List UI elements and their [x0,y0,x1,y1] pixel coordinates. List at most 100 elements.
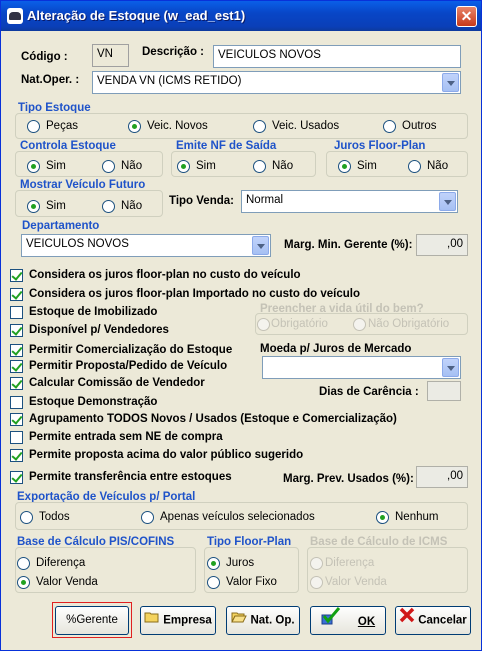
checkbox-imobilizado[interactable] [10,306,23,319]
radio-veic-usados[interactable] [253,120,266,133]
radio-pecas[interactable] [27,120,40,133]
radio-mostrar-sim-label: Sim [46,200,66,212]
close-button[interactable]: ✕ [456,6,477,27]
checkbox-agrupamento-label: Agrupamento TODOS Novos / Usados (Estoqu… [29,413,397,425]
radio-exp-todos[interactable] [20,511,33,524]
radio-nao-obrigatorio[interactable] [353,318,366,331]
checkbox-comercializacao[interactable] [10,344,23,357]
codigo-label: Código : [21,51,68,63]
radio-floor-valor-fixo[interactable] [207,576,220,589]
radio-pis-valor-venda-label: Valor Venda [36,576,98,588]
natoper-select[interactable]: VENDA VN (ICMS RETIDO) [92,71,461,94]
checkbox-disponivel-vendedores[interactable] [10,324,23,337]
checkbox-transferencia[interactable] [10,471,23,484]
radio-floor-juros[interactable] [207,557,220,570]
radio-outros-label: Outros [402,120,437,132]
checkbox-disponivel-vendedores-label: Disponível p/ Vendedores [29,324,169,336]
radio-controla-nao[interactable] [102,160,115,173]
checkbox-juros-floor[interactable] [10,269,23,282]
natoper-label: Nat.Oper. : [21,74,80,86]
codigo-value: VN [97,48,113,60]
radio-exp-selecionados-label: Apenas veículos selecionados [160,511,315,523]
radio-obrigatorio-label: Obrigatório [271,318,328,330]
departamento-select[interactable]: VEICULOS NOVOS [21,234,271,257]
tipo-venda-value: Normal [246,194,284,206]
radio-veic-novos[interactable] [128,120,141,133]
checkbox-agrupamento[interactable] [10,413,23,426]
checkbox-entrada-sem-ne-label: Permite entrada sem NE de compra [29,431,223,443]
radio-outros[interactable] [383,120,396,133]
descricao-input[interactable]: VEICULOS NOVOS [213,45,461,68]
descricao-value: VEICULOS NOVOS [218,49,321,61]
radio-emite-nao[interactable] [253,160,266,173]
natop-button[interactable]: Nat. Op. [226,606,300,635]
departamento-title: Departamento [22,220,100,232]
radio-controla-sim[interactable] [27,160,40,173]
radio-juros-sim[interactable] [338,160,351,173]
title-bar[interactable]: Alteração de Estoque (w_ead_est1) ✕ [1,1,481,31]
chevron-down-icon[interactable] [252,236,269,255]
checkbox-proposta-pedido-label: Permitir Proposta/Pedido de Veículo [29,360,228,372]
radio-veic-novos-label: Veic. Novos [147,120,208,132]
radio-exp-nenhum[interactable] [376,511,389,524]
moeda-label: Moeda p/ Juros de Mercado [260,343,412,355]
radio-mostrar-sim[interactable] [27,200,40,213]
checkbox-juros-floor-label: Considera os juros floor-plan no custo d… [29,269,301,281]
cancel-x-icon [399,607,415,634]
radio-floor-juros-label: Juros [226,557,255,569]
folder-open-icon [231,607,248,634]
chevron-down-icon[interactable] [442,73,459,92]
marg-prev-input[interactable]: ,00 [416,466,468,488]
checkbox-comissao-label: Calcular Comissão de Vendedor [29,377,205,389]
radio-floor-valor-fixo-label: Valor Fixo [226,576,277,588]
marg-min-input[interactable]: ,00 [416,234,468,256]
checkbox-comissao[interactable] [10,377,23,390]
gerente-button[interactable]: %Gerente [55,606,129,635]
close-icon: ✕ [460,8,473,24]
app-icon [7,8,23,24]
ok-button-label: OK [357,615,376,628]
chevron-down-icon[interactable] [442,358,459,377]
radio-exp-selecionados[interactable] [141,511,154,524]
gerente-button-label: %Gerente [66,614,118,626]
cancelar-button-label: Cancelar [418,614,467,627]
radio-mostrar-nao[interactable] [102,200,115,213]
checkbox-transferencia-label: Permite transferência entre estoques [29,471,232,483]
window-title: Alteração de Estoque (w_ead_est1) [27,8,246,23]
ok-button[interactable]: OK [310,606,386,635]
tipo-venda-select[interactable]: Normal [241,190,458,213]
checkbox-proposta-acima-label: Permite proposta acima do valor público … [29,449,304,461]
checkbox-comercializacao-label: Permitir Comercialização do Estoque [29,344,233,356]
radio-icms-valor-venda[interactable] [310,576,323,589]
radio-icms-diferenca[interactable] [310,557,323,570]
chevron-down-icon[interactable] [439,192,456,211]
radio-pis-valor-venda[interactable] [17,576,30,589]
checkbox-entrada-sem-ne[interactable] [10,431,23,444]
radio-pis-diferenca-label: Diferença [36,557,86,569]
radio-pis-diferenca[interactable] [17,557,30,570]
descricao-label: Descrição : [142,46,205,58]
radio-obrigatorio[interactable] [257,318,270,331]
radio-controla-nao-label: Não [121,160,143,172]
radio-juros-nao[interactable] [408,160,421,173]
marg-min-value: ,00 [447,238,463,250]
radio-veic-usados-label: Veic. Usados [272,120,340,132]
marg-min-label: Marg. Min. Gerente (%): [284,239,413,251]
departamento-value: VEICULOS NOVOS [26,238,129,250]
marg-prev-label: Marg. Prev. Usados (%): [283,473,414,485]
cancelar-button[interactable]: Cancelar [395,606,471,635]
radio-emite-sim[interactable] [177,160,190,173]
carencia-input[interactable] [427,381,461,401]
checkbox-proposta-acima[interactable] [10,449,23,462]
natop-button-label: Nat. Op. [250,614,295,627]
checkbox-juros-floor-importado[interactable] [10,288,23,301]
checkbox-juros-floor-importado-label: Considera os juros floor-plan Importado … [29,288,360,300]
checkbox-demonstracao[interactable] [10,396,23,409]
moeda-select[interactable] [262,356,461,379]
radio-exp-todos-label: Todos [39,511,70,523]
marg-prev-value: ,00 [447,470,463,482]
radio-emite-sim-label: Sim [196,160,216,172]
empresa-button[interactable]: Empresa [140,606,216,635]
checkmark-icon [321,607,341,636]
checkbox-proposta-pedido[interactable] [10,360,23,373]
